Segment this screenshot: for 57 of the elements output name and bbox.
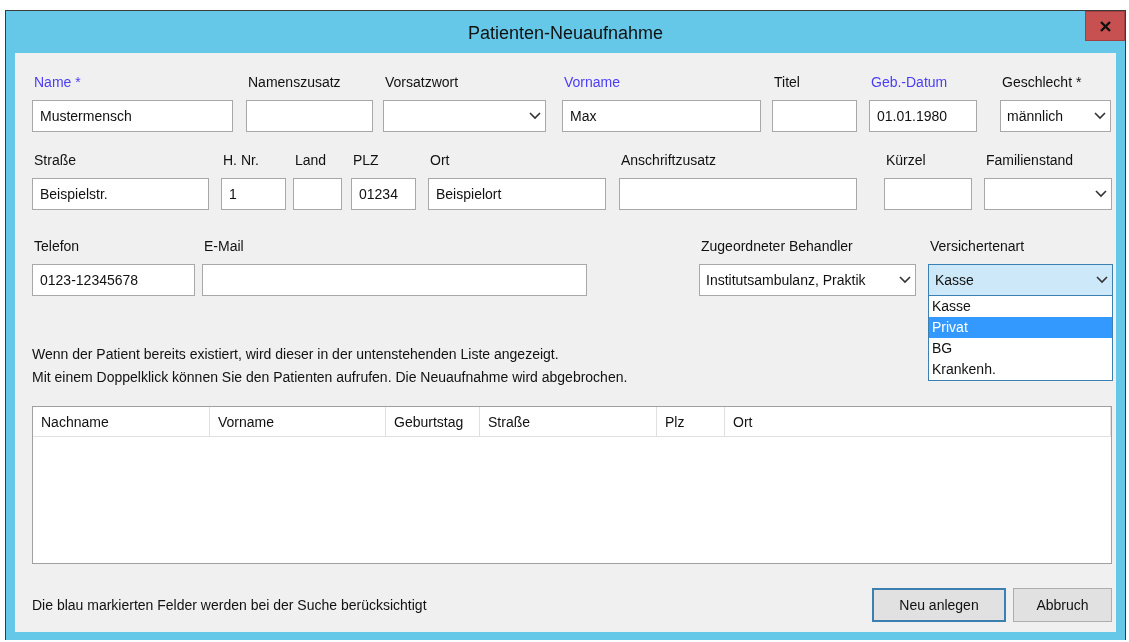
field-label: E-Mail [204, 237, 245, 256]
dropdown[interactable] [984, 178, 1112, 210]
field-label: Straße [34, 151, 77, 170]
dialog-button[interactable]: Neu anlegen [872, 588, 1006, 622]
dropdown[interactable] [383, 100, 546, 132]
dropdown[interactable]: männlich [1000, 100, 1111, 132]
field-label: Telefon [34, 237, 81, 256]
info-text: Mit einem Doppelklick können Sie den Patienten aufrufen. Die Neuaufnahme wird abgebrochen. [32, 368, 628, 387]
input-field[interactable]: 1 [221, 178, 286, 210]
input-field[interactable]: 01234 [351, 178, 416, 210]
field-label: H. Nr. [223, 151, 260, 170]
input-field[interactable] [246, 100, 373, 132]
input-field[interactable]: 0123-12345678 [32, 264, 195, 296]
input-field[interactable] [293, 178, 342, 210]
input-field[interactable]: 01.01.1980 [869, 100, 977, 132]
column-header[interactable]: Vorname [210, 407, 386, 436]
chevron-down-icon [1095, 190, 1107, 198]
field-label: Titel [774, 73, 801, 92]
field-label: Ort [430, 151, 451, 170]
footer-note: Die blau markierten Felder werden bei der Suche berücksichtigt [32, 597, 428, 613]
close-icon [1099, 20, 1111, 32]
field-label: Anschriftzusatz [621, 151, 717, 170]
chevron-down-icon [529, 112, 541, 120]
dialog-button[interactable]: Abbruch [1013, 588, 1112, 622]
dropdown[interactable]: Kasse [928, 264, 1113, 296]
field-label: Geschlecht * [1002, 73, 1083, 92]
field-label: Name * [34, 73, 82, 92]
chevron-down-icon [899, 276, 911, 284]
input-field[interactable]: Mustermensch [32, 100, 233, 132]
column-header[interactable]: Geburtstag [386, 407, 480, 436]
input-field[interactable] [619, 178, 857, 210]
column-header[interactable]: Ort [725, 407, 1111, 436]
dropdown[interactable]: Institutsambulanz, Praktik [699, 264, 916, 296]
input-field[interactable]: Beispielort [428, 178, 606, 210]
input-field[interactable]: Beispielstr. [32, 178, 209, 210]
field-label: Land [295, 151, 328, 170]
chevron-down-icon [1096, 276, 1108, 284]
column-header[interactable]: Nachname [33, 407, 210, 436]
field-label: Namenszusatz [248, 73, 342, 92]
info-text: Wenn der Patient bereits existiert, wird dieser in der untenstehenden Liste angezeigt. [32, 345, 559, 364]
input-field[interactable]: Max [562, 100, 761, 132]
column-header[interactable]: Plz [657, 407, 725, 436]
chevron-down-icon [1094, 112, 1106, 120]
window-title: Patienten-Neuaufnahme [466, 21, 665, 44]
field-label: Kürzel [886, 151, 927, 170]
close-button[interactable] [1085, 11, 1125, 41]
field-label: Versichertenart [930, 237, 1026, 256]
field-label: Zugeordneter Behandler [701, 237, 854, 256]
input-field[interactable] [884, 178, 972, 210]
field-label: Familienstand [986, 151, 1075, 170]
input-field[interactable] [202, 264, 587, 296]
field-label: Vorname [564, 73, 622, 92]
column-header[interactable]: Straße [480, 407, 657, 436]
input-field[interactable] [772, 100, 857, 132]
field-label: Geb.-Datum [871, 73, 949, 92]
field-label: Vorsatzwort [385, 73, 460, 92]
field-label: PLZ [353, 151, 380, 170]
